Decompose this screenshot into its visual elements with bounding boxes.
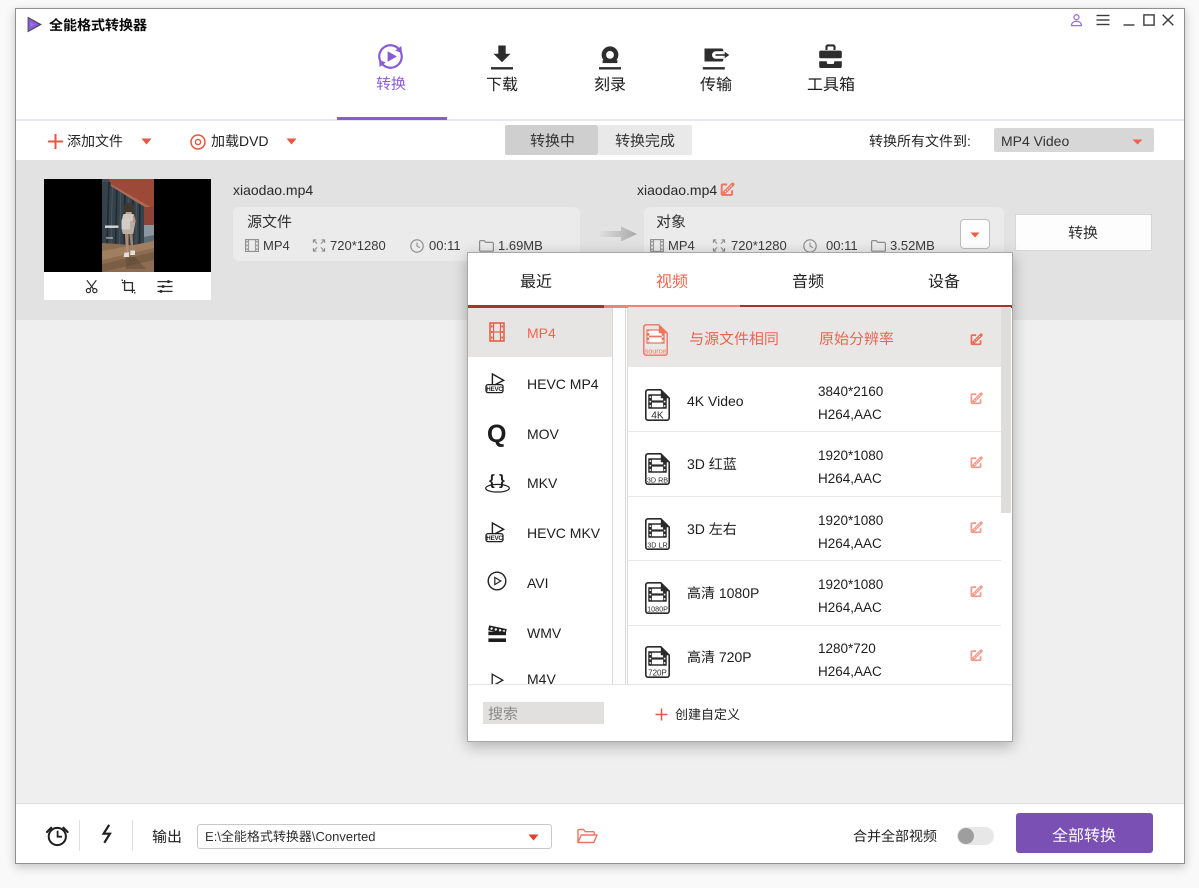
svg-text:3D RB: 3D RB — [647, 475, 668, 484]
svg-text:3D LR: 3D LR — [647, 540, 667, 549]
svg-text:1080P: 1080P — [647, 604, 668, 613]
svg-text:HEVC: HEVC — [486, 535, 503, 542]
svg-text:720P: 720P — [648, 668, 667, 677]
svg-text:source: source — [645, 346, 667, 355]
svg-text:4K: 4K — [651, 410, 664, 421]
svg-text:HEVC: HEVC — [486, 386, 503, 393]
